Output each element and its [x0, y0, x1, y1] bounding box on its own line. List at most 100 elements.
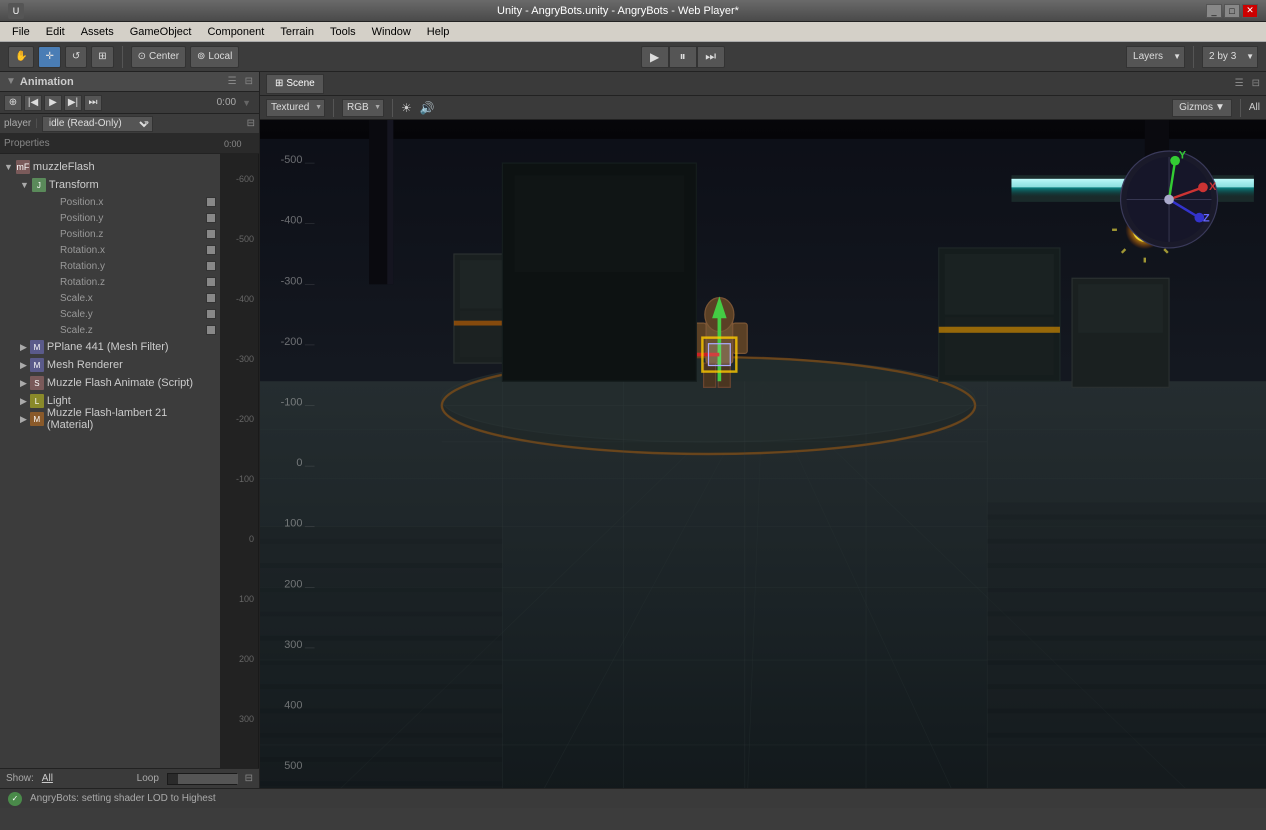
- title-controls: _ □ ✕: [1206, 4, 1258, 18]
- muzzleflash-icon: mF: [16, 160, 30, 174]
- menu-file[interactable]: File: [4, 22, 38, 41]
- tree-item-meshrenderer[interactable]: ▶ M Mesh Renderer: [0, 356, 220, 374]
- scene-menu-icon[interactable]: ☰: [1235, 78, 1244, 89]
- prop-scale-y[interactable]: Scale.y: [0, 306, 220, 322]
- scene-audio-icon[interactable]: 🔊: [420, 101, 435, 115]
- color-mode-select[interactable]: RGB: [342, 99, 384, 117]
- scene-tab-icon: ⊞: [275, 78, 283, 89]
- tree-arrow-transform: ▼: [20, 180, 29, 190]
- view-mode-select[interactable]: Textured: [266, 99, 325, 117]
- timeline-ruler: 0:00 5: [220, 134, 259, 153]
- prop-position-y[interactable]: Position.y: [0, 210, 220, 226]
- sep-2: [392, 99, 393, 117]
- prop-position-z[interactable]: Position.z: [0, 226, 220, 242]
- scale-600: -600: [236, 174, 254, 184]
- center-icon: ⊙: [138, 51, 146, 62]
- all-label: All: [1249, 102, 1260, 113]
- scene-pin-icon[interactable]: ⊟: [1252, 78, 1260, 89]
- gizmos-btn[interactable]: Gizmos ▼: [1172, 99, 1232, 117]
- scale-100: -100: [236, 474, 254, 484]
- menu-help[interactable]: Help: [419, 22, 458, 41]
- play-btn[interactable]: ▶: [641, 46, 669, 68]
- key-posY: [206, 213, 216, 223]
- scene-tab-toolbar: ⊞ Scene ☰ ⊟: [260, 72, 1266, 96]
- tree-label-pplane: PPlane 441 (Mesh Filter): [47, 341, 169, 353]
- tree-item-muzzleflash[interactable]: ▼ mF muzzleFlash: [0, 158, 220, 176]
- status-message: AngryBots: setting shader LOD to Highest: [30, 793, 216, 804]
- svg-text:-200: -200: [281, 336, 303, 348]
- menu-edit[interactable]: Edit: [38, 22, 73, 41]
- anim-add-key-btn[interactable]: ⊕: [4, 95, 22, 111]
- timeline-sep: ▼: [242, 98, 251, 108]
- svg-text:Y: Y: [1179, 149, 1187, 161]
- maximize-btn[interactable]: □: [1224, 4, 1240, 18]
- pplane-icon: M: [30, 340, 44, 354]
- animation-bottom-bar: Show: All Loop ⊟: [0, 768, 259, 788]
- scene-tab[interactable]: ⊞ Scene: [266, 74, 324, 94]
- anim-play-btn[interactable]: ▶: [44, 95, 62, 111]
- anim-prev-key-btn[interactable]: |◀: [24, 95, 42, 111]
- menu-component[interactable]: Component: [199, 22, 272, 41]
- prop-scale-z[interactable]: Scale.z: [0, 322, 220, 338]
- hand-tool-btn[interactable]: ✋: [8, 46, 34, 68]
- anim-end-icon[interactable]: ⊟: [245, 773, 253, 784]
- prop-rotation-y[interactable]: Rotation.y: [0, 258, 220, 274]
- tree-item-transform[interactable]: ▼ J Transform: [0, 176, 220, 194]
- tree-label-material: Muzzle Flash-lambert 21 (Material): [47, 407, 216, 431]
- panel-collapse-icon[interactable]: ▼: [6, 76, 16, 87]
- prop-rotation-z[interactable]: Rotation.z: [0, 274, 220, 290]
- local-btn[interactable]: ⊚ Local: [190, 46, 239, 68]
- rotate-tool-btn[interactable]: ↺: [65, 46, 87, 68]
- layers-dropdown[interactable]: Layers: [1126, 46, 1185, 68]
- tree-arrow-material: ▶: [20, 414, 27, 425]
- play-controls: ▶ ⏸ ⏭: [641, 46, 725, 68]
- timeline-header: Properties 0:00 5: [0, 134, 259, 154]
- close-btn[interactable]: ✕: [1242, 4, 1258, 18]
- tree-item-material[interactable]: ▶ M Muzzle Flash-lambert 21 (Material): [0, 410, 220, 428]
- tl-mark-0: 0:00: [224, 139, 242, 149]
- minimize-btn[interactable]: _: [1206, 4, 1222, 18]
- svg-text:Z: Z: [1203, 212, 1210, 224]
- animation-panel-title: Animation: [20, 76, 224, 88]
- center-btn[interactable]: ⊙ Center: [131, 46, 186, 68]
- separator-1: [122, 46, 123, 68]
- show-value[interactable]: All: [42, 773, 53, 784]
- alpha-icon[interactable]: ☀: [401, 101, 412, 115]
- menu-window[interactable]: Window: [364, 22, 419, 41]
- muzzleanim-icon: S: [30, 376, 44, 390]
- menu-assets[interactable]: Assets: [73, 22, 122, 41]
- menu-gameobject[interactable]: GameObject: [122, 22, 200, 41]
- scale-tool-btn[interactable]: ⊞: [91, 46, 113, 68]
- clip-selector[interactable]: idle (Read-Only): [42, 116, 153, 132]
- view-mode-wrap: Textured: [266, 99, 325, 117]
- anim-options-icon[interactable]: ⊟: [247, 118, 255, 129]
- layers-dropdown-wrap: Layers: [1126, 46, 1185, 68]
- tree-item-pplane[interactable]: ▶ M PPlane 441 (Mesh Filter): [0, 338, 220, 356]
- anim-last-btn[interactable]: ⏭: [84, 95, 102, 111]
- anim-next-key-btn[interactable]: ▶|: [64, 95, 82, 111]
- key-posZ: [206, 229, 216, 239]
- svg-text:-300: -300: [281, 275, 303, 287]
- panel-pin-icon[interactable]: ⊟: [245, 76, 253, 87]
- prop-position-x[interactable]: Position.x: [0, 194, 220, 210]
- key-scaleX: [206, 293, 216, 303]
- panel-menu-icon[interactable]: ☰: [228, 76, 237, 87]
- gizmos-label: Gizmos: [1179, 102, 1213, 113]
- pause-btn[interactable]: ⏸: [669, 46, 697, 68]
- player-row-sep: |: [35, 118, 38, 129]
- material-icon: M: [30, 412, 44, 426]
- menu-bar: File Edit Assets GameObject Component Te…: [0, 22, 1266, 42]
- prop-scale-x[interactable]: Scale.x: [0, 290, 220, 306]
- scene-canvas[interactable]: X Y Z -600 -50: [260, 120, 1266, 788]
- prop-rotation-x[interactable]: Rotation.x: [0, 242, 220, 258]
- properties-col-header: Properties: [0, 134, 220, 153]
- layout-dropdown[interactable]: 2 by 3: [1202, 46, 1258, 68]
- move-tool-btn[interactable]: ✛: [38, 46, 60, 68]
- key-rotY: [206, 261, 216, 271]
- menu-tools[interactable]: Tools: [322, 22, 364, 41]
- tree-item-muzzleanim[interactable]: ▶ S Muzzle Flash Animate (Script): [0, 374, 220, 392]
- unity-icon: U: [8, 3, 24, 19]
- anim-scrollbar[interactable]: [167, 773, 237, 785]
- step-btn[interactable]: ⏭: [697, 46, 725, 68]
- menu-terrain[interactable]: Terrain: [272, 22, 322, 41]
